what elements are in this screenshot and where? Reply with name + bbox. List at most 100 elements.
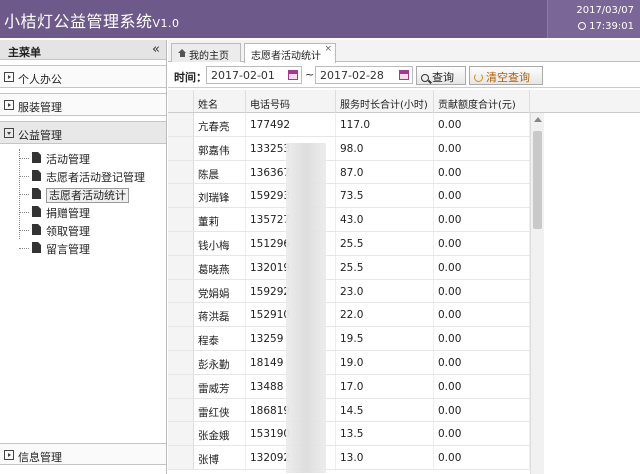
name-cell: 钱小梅 — [194, 231, 246, 255]
sidebar-item-volunteer-registration[interactable]: 志愿者活动登记管理 — [0, 167, 166, 185]
sidebar: 主菜单 « 个人办公 服装管理 公益管理 活动管理 志愿者活动登记管理 志愿者活… — [0, 40, 167, 474]
amount-cell: 0.00 — [434, 255, 530, 279]
close-icon[interactable]: × — [324, 44, 332, 54]
table-row[interactable]: 蒋洪磊 152910 22.0 0.00 — [168, 303, 530, 328]
document-icon — [32, 206, 41, 217]
row-number-cell — [168, 136, 194, 160]
row-number-cell — [168, 184, 194, 208]
expand-box-icon — [4, 100, 14, 110]
sidebar-item-receive[interactable]: 领取管理 — [0, 221, 166, 239]
start-date-field[interactable]: 2017-02-01 — [206, 66, 302, 84]
sidebar-section-personal[interactable]: 个人办公 — [0, 66, 166, 88]
sidebar-item-activity[interactable]: 活动管理 — [0, 149, 166, 167]
amount-cell: 0.00 — [434, 160, 530, 184]
tab-volunteer-statistics[interactable]: 志愿者活动统计 × — [244, 43, 336, 63]
table-row[interactable]: 程泰 13259 19.5 0.00 — [168, 327, 530, 351]
header-date: 2017/03/07 — [576, 5, 634, 16]
sidebar-item-donation[interactable]: 捐赠管理 — [0, 203, 166, 221]
collapse-box-icon — [4, 128, 14, 138]
column-header-amount[interactable]: 贡献额度合计(元) — [434, 90, 530, 113]
name-cell: 张金娥 — [194, 422, 246, 446]
app-version: V1.0 — [152, 17, 180, 30]
name-cell: 葛晓燕 — [194, 255, 246, 279]
sidebar-item-label: 留言管理 — [46, 243, 90, 256]
name-cell: 雷威芳 — [194, 374, 246, 398]
hours-cell: 98.0 — [336, 136, 434, 160]
search-toolbar: 时间： 2017-02-01 ~ 2017-02-28 查询 清空查询 — [168, 62, 640, 88]
name-cell: 党娟娟 — [194, 279, 246, 303]
clear-button-label: 清空查询 — [486, 71, 530, 84]
scrollbar-thumb[interactable] — [533, 131, 542, 229]
sidebar-section-label: 服装管理 — [18, 101, 62, 114]
sidebar-section-information[interactable]: 信息管理 — [0, 443, 166, 465]
name-cell: 雷红侠 — [194, 398, 246, 422]
end-date-field[interactable]: 2017-02-28 — [315, 66, 413, 84]
table-row[interactable]: 雷威芳 13488 17.0 0.00 — [168, 374, 530, 399]
row-number-cell — [168, 446, 194, 469]
main-panel: 我的主页 志愿者活动统计 × 时间： 2017-02-01 ~ 2017-02-… — [168, 40, 640, 474]
row-number-cell — [168, 160, 194, 184]
table-row[interactable]: 彭永勤 18149 19.0 0.00 — [168, 350, 530, 375]
collapse-icon[interactable]: « — [152, 42, 160, 57]
sidebar-section-clothing[interactable]: 服装管理 — [0, 94, 166, 116]
amount-cell: 0.00 — [434, 136, 530, 160]
name-cell: 刘瑞锋 — [194, 184, 246, 208]
table-row[interactable]: 张博 132092 13.0 0.00 — [168, 446, 530, 470]
sidebar-item-messages[interactable]: 留言管理 — [0, 239, 166, 257]
app-header: 小桔灯公益管理系统V1.0 2017/03/07 17:39:01 — [0, 0, 640, 38]
table-row[interactable]: 刘瑞锋 159293 73.5 0.00 — [168, 184, 530, 209]
hours-cell: 23.0 — [336, 279, 434, 303]
table-row[interactable]: 党娟娟 159292 23.0 0.00 — [168, 279, 530, 304]
name-cell: 郭嘉伟 — [194, 136, 246, 160]
hours-cell: 117.0 — [336, 113, 434, 136]
table-row[interactable]: 陈晨 136367 87.0 0.00 — [168, 160, 530, 185]
tab-home[interactable]: 我的主页 — [171, 43, 241, 62]
hours-cell: 25.5 — [336, 231, 434, 255]
amount-cell: 0.00 — [434, 231, 530, 255]
sidebar-section-charity[interactable]: 公益管理 — [0, 122, 166, 144]
column-header-name[interactable]: 姓名 — [194, 90, 246, 113]
scroll-up-icon[interactable] — [534, 117, 542, 122]
amount-cell: 0.00 — [434, 374, 530, 398]
header-time-line: 17:39:01 — [578, 21, 634, 32]
table-row[interactable]: 亢春亮 177492 117.0 0.00 — [168, 113, 530, 137]
data-grid: 姓名 电话号码 服务时长合计(小时) 贡献额度合计(元) 亢春亮 177492 11… — [168, 90, 640, 474]
table-row[interactable]: 董莉 135727 43.0 0.00 — [168, 208, 530, 232]
table-row[interactable]: 郭嘉伟 133253 98.0 0.00 — [168, 136, 530, 161]
hours-cell: 22.0 — [336, 303, 434, 327]
table-row[interactable]: 葛晓燕 132019 25.5 0.00 — [168, 255, 530, 280]
clock-icon — [578, 22, 587, 30]
column-header-hours[interactable]: 服务时长合计(小时) — [336, 90, 434, 113]
expand-box-icon — [4, 72, 14, 82]
sidebar-item-volunteer-statistics[interactable]: 志愿者活动统计 — [0, 185, 166, 203]
row-number-cell — [168, 422, 194, 446]
grid-header: 姓名 电话号码 服务时长合计(小时) 贡献额度合计(元) — [168, 90, 640, 113]
table-row[interactable]: 钱小梅 151296 25.5 0.00 — [168, 231, 530, 256]
name-cell: 亢春亮 — [194, 113, 246, 136]
column-header-phone[interactable]: 电话号码 — [246, 90, 336, 113]
row-number-cell — [168, 255, 194, 279]
row-number-cell — [168, 208, 194, 231]
clear-query-button[interactable]: 清空查询 — [469, 66, 543, 85]
phone-redaction-overlay — [286, 143, 326, 473]
calendar-icon[interactable] — [288, 70, 298, 80]
row-number-cell — [168, 350, 194, 374]
amount-cell: 0.00 — [434, 113, 530, 136]
hours-cell: 19.0 — [336, 350, 434, 374]
sidebar-tree: 活动管理 志愿者活动登记管理 志愿者活动统计 捐赠管理 领取管理 留言管理 — [0, 144, 166, 257]
time-label: 时间： — [174, 71, 207, 84]
table-row[interactable]: 张金娥 153190 13.5 0.00 — [168, 422, 530, 447]
row-number-cell — [168, 398, 194, 422]
document-icon — [32, 224, 41, 235]
vertical-scrollbar[interactable] — [530, 113, 544, 474]
grid-empty-area — [545, 113, 640, 474]
expand-box-icon — [4, 450, 14, 460]
header-datetime: 2017/03/07 17:39:01 — [547, 0, 640, 38]
sidebar-section-label: 个人办公 — [18, 73, 62, 86]
query-button[interactable]: 查询 — [416, 66, 466, 85]
sidebar-section-label: 信息管理 — [18, 451, 62, 464]
row-number-cell — [168, 279, 194, 303]
refresh-icon — [474, 73, 483, 82]
table-row[interactable]: 雷红侠 186819 14.5 0.00 — [168, 398, 530, 423]
calendar-icon[interactable] — [399, 70, 409, 80]
